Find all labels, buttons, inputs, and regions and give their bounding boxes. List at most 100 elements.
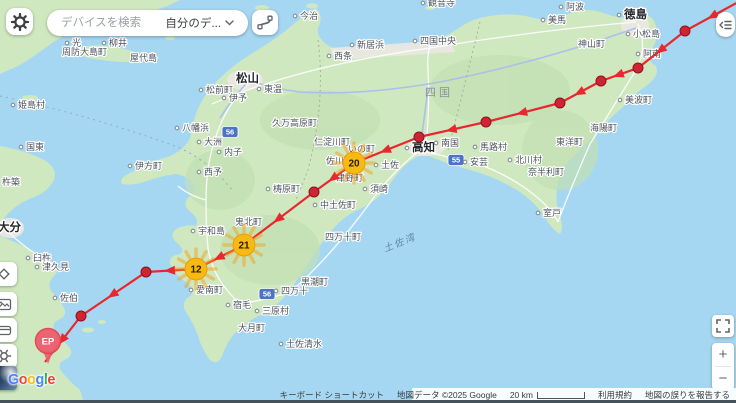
map-label: 大月町 (238, 322, 265, 333)
map-label: 宿毛 (233, 299, 251, 310)
town-dot (405, 146, 409, 150)
card-icon (0, 323, 12, 338)
gear-icon (9, 11, 31, 33)
route-point-marker[interactable] (141, 267, 151, 277)
town-dot (293, 14, 297, 18)
route-icon (257, 15, 274, 30)
map-scale-label: 20 km (510, 390, 533, 400)
map-label: 姫島村 (18, 99, 45, 110)
report-map-error-link[interactable]: 地図の誤りを報告する (645, 389, 730, 401)
town-dot (618, 98, 622, 102)
route-point-marker[interactable] (414, 132, 424, 142)
zoom-in-button[interactable]: + (712, 343, 734, 366)
route-history-toggle-button[interactable] (252, 10, 278, 35)
town-dot (434, 141, 438, 145)
map-label: 国東 (26, 141, 44, 152)
search-input[interactable] (59, 16, 159, 30)
map-label: 柳井 (109, 37, 127, 48)
map-label: 宇和島 (198, 225, 225, 236)
map-label: 神山町 (578, 38, 605, 49)
cluster-count: 20 (348, 159, 360, 170)
route-point-marker[interactable] (555, 98, 565, 108)
map-label: 久万高原町 (272, 117, 317, 128)
map-label: 四国中央 (420, 35, 456, 46)
town-dot (128, 164, 132, 168)
zoom-out-button[interactable]: − (712, 367, 734, 390)
route-point-marker[interactable] (596, 76, 606, 86)
map-label: 松山 (236, 71, 259, 85)
photo-tool-button[interactable] (0, 292, 17, 316)
google-logo-letter: o (19, 372, 27, 388)
map-label: 梼原町 (273, 183, 300, 194)
map-label: 伊予 (229, 92, 247, 103)
map-label: 四万十町 (325, 231, 361, 242)
map-label: 大洲 (204, 136, 222, 147)
town-dot (257, 87, 261, 91)
map-label: 屋代島 (130, 52, 157, 63)
map-label: 馬路村 (480, 141, 507, 152)
town-dot (266, 187, 270, 191)
route-shield-number: 55 (452, 156, 460, 165)
town-dot (175, 126, 179, 130)
map-scale-control[interactable]: 20 km (510, 390, 585, 400)
terms-link[interactable]: 利用規約 (598, 389, 632, 401)
map-data-copyright: 地図データ ©2025 Google (397, 389, 497, 401)
map-label: 須崎 (370, 183, 388, 194)
town-dot (626, 32, 630, 36)
map-label: 周防大島町 (62, 46, 107, 57)
device-filter-label: 自分のデ... (165, 15, 221, 31)
route-point-marker[interactable] (633, 63, 643, 73)
fullscreen-button[interactable] (712, 315, 734, 337)
google-logo-letter: G (8, 372, 19, 388)
town-dot (536, 211, 540, 215)
draw-tool-button[interactable] (0, 262, 17, 286)
card-tool-button[interactable] (0, 318, 17, 342)
chevron-down-icon (225, 20, 234, 26)
map-label: 東洋町 (556, 136, 583, 147)
map-label: 奈半利町 (528, 166, 564, 177)
map-label: 八幡浜 (182, 122, 209, 133)
town-dot (413, 39, 417, 43)
map-canvas[interactable]: 565556光柳井周防大島町屋代島今治観音寺美馬阿波徳島小松島神山町阿南美波町海… (0, 0, 736, 403)
map-label: 杵築 (2, 176, 20, 187)
map-label: 大分 (0, 220, 21, 234)
map-label: 西条 (334, 50, 352, 61)
town-dot (65, 41, 69, 45)
town-dot (191, 229, 195, 233)
collapse-panel-button[interactable] (716, 12, 735, 37)
settings-button[interactable] (6, 8, 33, 35)
route-point-marker[interactable] (680, 26, 690, 36)
route-point-marker[interactable] (481, 117, 491, 127)
town-dot (350, 43, 354, 47)
map-label: 東温 (264, 83, 282, 94)
town-dot (508, 158, 512, 162)
town-dot (327, 54, 331, 58)
town-dot (313, 203, 317, 207)
town-dot (197, 170, 201, 174)
map-label: 内子 (224, 146, 242, 157)
map-label: 徳島 (623, 7, 647, 21)
map-label: 西予 (204, 167, 222, 177)
device-filter-dropdown[interactable]: 自分のデ... (159, 14, 240, 32)
collapse-panel-icon (719, 18, 733, 32)
settings-tool-button[interactable] (0, 344, 17, 368)
keyboard-shortcuts-button[interactable]: キーボード ショートカット (280, 389, 384, 401)
map-label: 土佐 (381, 159, 399, 170)
google-logo-letter: g (36, 372, 44, 388)
map-label: 安芸 (470, 156, 488, 167)
map-label: 四万十 (281, 285, 308, 296)
town-dot (11, 103, 15, 107)
town-dot (255, 309, 259, 313)
town-dot (189, 288, 193, 292)
map-label: 伊方町 (135, 160, 162, 171)
map-label: 愛南町 (196, 284, 223, 295)
route-point-marker[interactable] (309, 187, 319, 197)
diamond-icon (0, 267, 11, 281)
route-point-marker[interactable] (76, 311, 86, 321)
town-dot (226, 303, 230, 307)
town-dot (421, 1, 425, 5)
map-label: 今治 (300, 10, 318, 21)
device-search-bar: 自分のデ... (47, 10, 248, 36)
town-dot (279, 342, 283, 346)
town-dot (617, 13, 621, 17)
